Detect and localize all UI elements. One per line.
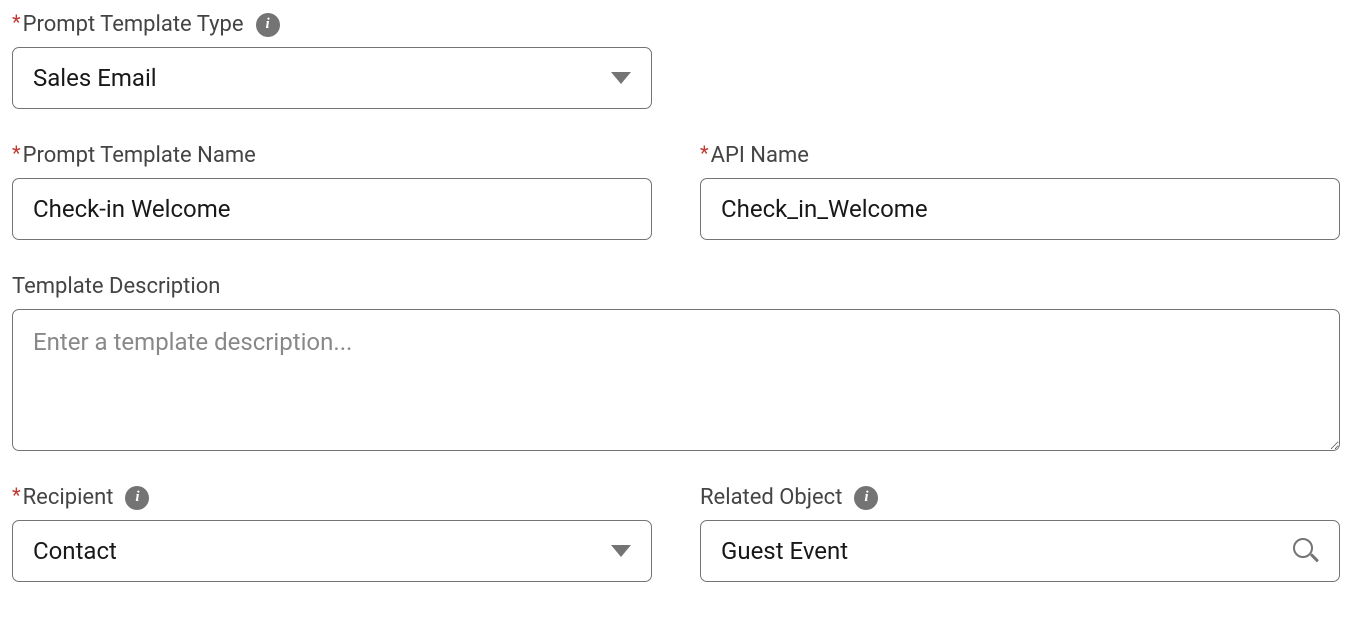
api-name-label: *API Name bbox=[700, 143, 1340, 168]
label-text: Prompt Template Name bbox=[23, 143, 256, 168]
select-value: Sales Email bbox=[33, 64, 157, 92]
label-text: Template Description bbox=[12, 274, 220, 299]
related-object-lookup[interactable]: Guest Event bbox=[700, 520, 1340, 582]
description-textarea[interactable] bbox=[12, 309, 1340, 451]
lookup-value: Guest Event bbox=[721, 537, 848, 565]
description-label: Template Description bbox=[12, 274, 1340, 299]
template-name-label: *Prompt Template Name bbox=[12, 143, 652, 168]
template-type-label: *Prompt Template Type i bbox=[12, 12, 652, 37]
template-name-input[interactable] bbox=[12, 178, 652, 240]
api-name-input[interactable] bbox=[700, 178, 1340, 240]
info-icon[interactable]: i bbox=[854, 486, 878, 510]
label-text: Recipient bbox=[23, 485, 114, 510]
select-value: Contact bbox=[33, 537, 117, 565]
recipient-select[interactable]: Contact bbox=[12, 520, 652, 582]
chevron-down-icon bbox=[611, 545, 631, 557]
search-icon bbox=[1293, 538, 1319, 564]
label-text: Related Object bbox=[700, 485, 842, 510]
recipient-label: *Recipient i bbox=[12, 485, 652, 510]
info-icon[interactable]: i bbox=[125, 486, 149, 510]
related-object-label: Related Object i bbox=[700, 485, 1340, 510]
template-type-select[interactable]: Sales Email bbox=[12, 47, 652, 109]
chevron-down-icon bbox=[611, 72, 631, 84]
info-icon[interactable]: i bbox=[256, 13, 280, 37]
label-text: API Name bbox=[711, 143, 809, 168]
label-text: Prompt Template Type bbox=[23, 12, 244, 37]
